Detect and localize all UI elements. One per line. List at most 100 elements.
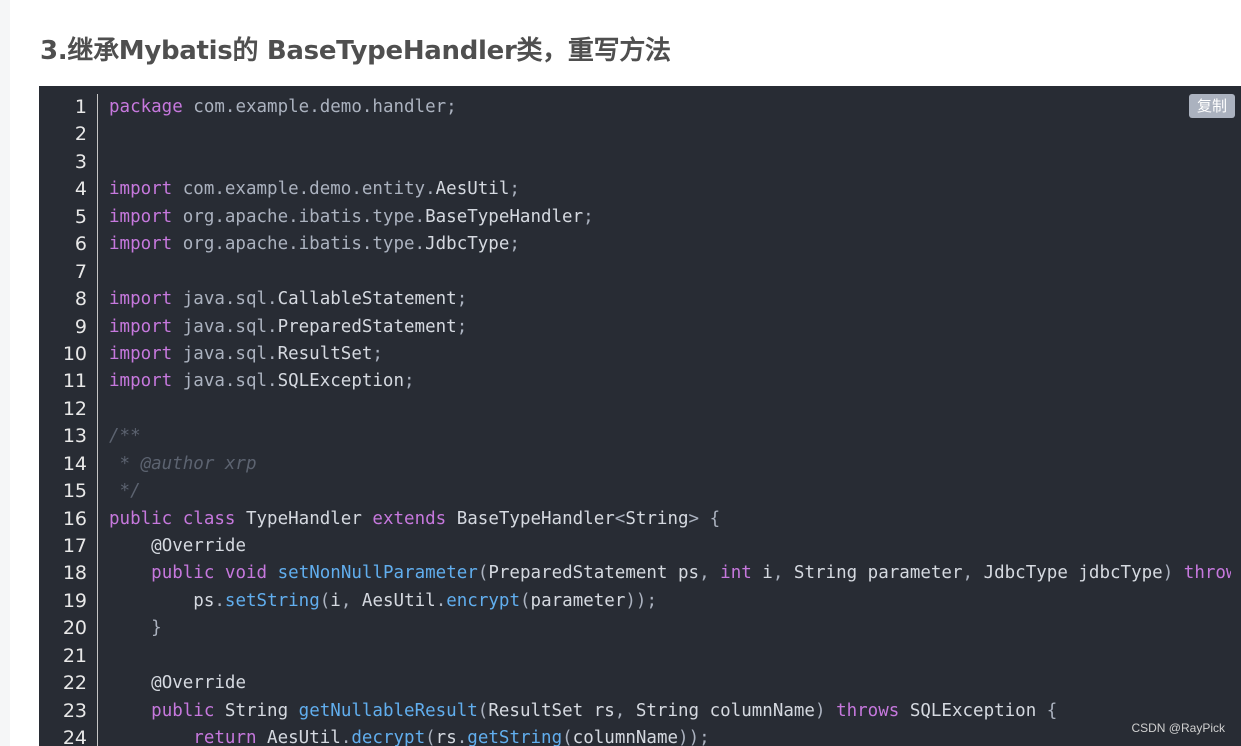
line-number: 2 (74, 123, 87, 146)
code-token: class (182, 508, 236, 529)
code-token: /** (109, 426, 141, 447)
line-number: 3 (74, 150, 87, 173)
code-token: getNullableResult (298, 700, 478, 721)
line-number: 10 (62, 342, 87, 365)
code-token: ) (814, 700, 837, 721)
code-block[interactable]: 1 2 3 4 5 6 7 8 9 10 11 12 13 14 15 16 17 18 19 20 21 22 23 24 … (39, 86, 1241, 746)
code-line: public String getNullableResult(ResultSe… (109, 698, 1231, 725)
code-token: import (109, 316, 173, 337)
code-token: String (625, 508, 689, 529)
code-token: * @author xrp (109, 453, 257, 474)
code-line: public void setNonNullParameter(Prepared… (109, 560, 1231, 587)
line-number: 13 (62, 425, 87, 448)
code-content[interactable]: package com.example.demo.handler; import… (109, 94, 1231, 746)
code-line: @Override (109, 533, 1231, 560)
code-token: int (720, 563, 752, 584)
code-token: return (193, 728, 257, 746)
code-token: import (109, 289, 173, 310)
code-line: import org.apache.ibatis.type.BaseTypeHa… (109, 204, 1231, 231)
code-line: import java.sql.ResultSet; (109, 341, 1231, 368)
code-line: * @author xrp (109, 451, 1231, 478)
code-token: java.sql. (172, 316, 278, 337)
code-token: ( (477, 563, 489, 584)
code-token: java.sql. (172, 289, 278, 310)
code-token: String parameter (793, 563, 963, 584)
line-number: 19 (62, 589, 87, 612)
code-token: import (109, 343, 173, 364)
copy-button[interactable]: 复制 (1188, 94, 1235, 118)
code-token: ( (319, 590, 331, 611)
code-token: ResultSet (277, 343, 373, 364)
line-number: 9 (74, 315, 87, 338)
gutter-divider (97, 94, 98, 746)
line-number: 1 (74, 96, 87, 118)
code-token: BaseTypeHandler (446, 508, 615, 529)
code-token: setNonNullParameter (277, 563, 478, 584)
code-token: . (435, 590, 447, 611)
code-token: import (109, 206, 173, 227)
code-token: ( (520, 590, 531, 611)
code-line: public class TypeHandler extends BaseTyp… (109, 506, 1231, 533)
line-number: 6 (74, 233, 87, 256)
code-token: CallableStatement (277, 289, 457, 310)
code-token: @Override (151, 673, 246, 694)
code-token: AesUtil (361, 590, 436, 611)
code-token: public (151, 700, 215, 721)
code-line: import com.example.demo.entity.AesUtil; (109, 176, 1231, 203)
code-token: java.sql. (172, 371, 278, 392)
line-number: 16 (62, 507, 87, 530)
code-token: com.example.demo.handler; (182, 97, 457, 117)
code-line: package com.example.demo.handler; (109, 94, 1231, 121)
code-token: PreparedStatement ps (488, 563, 700, 584)
code-token: org.apache.ibatis.type. (172, 234, 426, 255)
code-token: , (772, 563, 794, 584)
code-token: package (109, 97, 183, 117)
code-token: ResultSet rs (488, 700, 615, 721)
section-heading: 3.继承Mybatis的 BaseTypeHandler类，重写方法 (40, 36, 671, 66)
code-token: org.apache.ibatis.type. (172, 206, 426, 227)
line-number: 22 (62, 672, 87, 695)
code-token: } (109, 618, 162, 639)
code-line: import java.sql.CallableStatement; (109, 286, 1231, 313)
code-token: rs (435, 728, 457, 746)
code-token: */ (109, 481, 141, 502)
code-token: )); (678, 728, 710, 746)
code-token: < (614, 508, 626, 529)
code-token: , (699, 563, 721, 584)
code-token: BaseTypeHandler (425, 206, 584, 227)
line-number: 14 (62, 452, 87, 475)
code-token: ( (425, 728, 436, 746)
line-number: 4 (74, 178, 87, 201)
code-token: java.sql. (172, 343, 278, 364)
code-token: i (330, 590, 341, 611)
code-token: JdbcType jdbcType (983, 563, 1163, 584)
code-token: import (109, 179, 173, 200)
code-token: com.example.demo.entity. (172, 179, 436, 200)
code-token: . (456, 728, 468, 746)
code-token: AesUtil (256, 728, 341, 746)
code-token: SQLException (899, 700, 1047, 721)
code-token: String columnName (635, 700, 815, 721)
code-token: PreparedStatement (277, 316, 457, 337)
line-number: 20 (62, 617, 87, 640)
code-token: )); (625, 590, 657, 611)
code-token: SQLException (277, 371, 405, 392)
code-line: */ (109, 478, 1231, 505)
code-token: . (214, 590, 225, 611)
code-token: @Override (151, 536, 246, 556)
code-token: . (340, 728, 352, 746)
code-token: TypeHandler (235, 508, 373, 529)
code-token: import (109, 371, 173, 392)
code-token: public (151, 563, 215, 584)
code-line: } (109, 615, 1231, 642)
code-token: ( (562, 728, 573, 746)
line-number: 8 (74, 288, 87, 311)
